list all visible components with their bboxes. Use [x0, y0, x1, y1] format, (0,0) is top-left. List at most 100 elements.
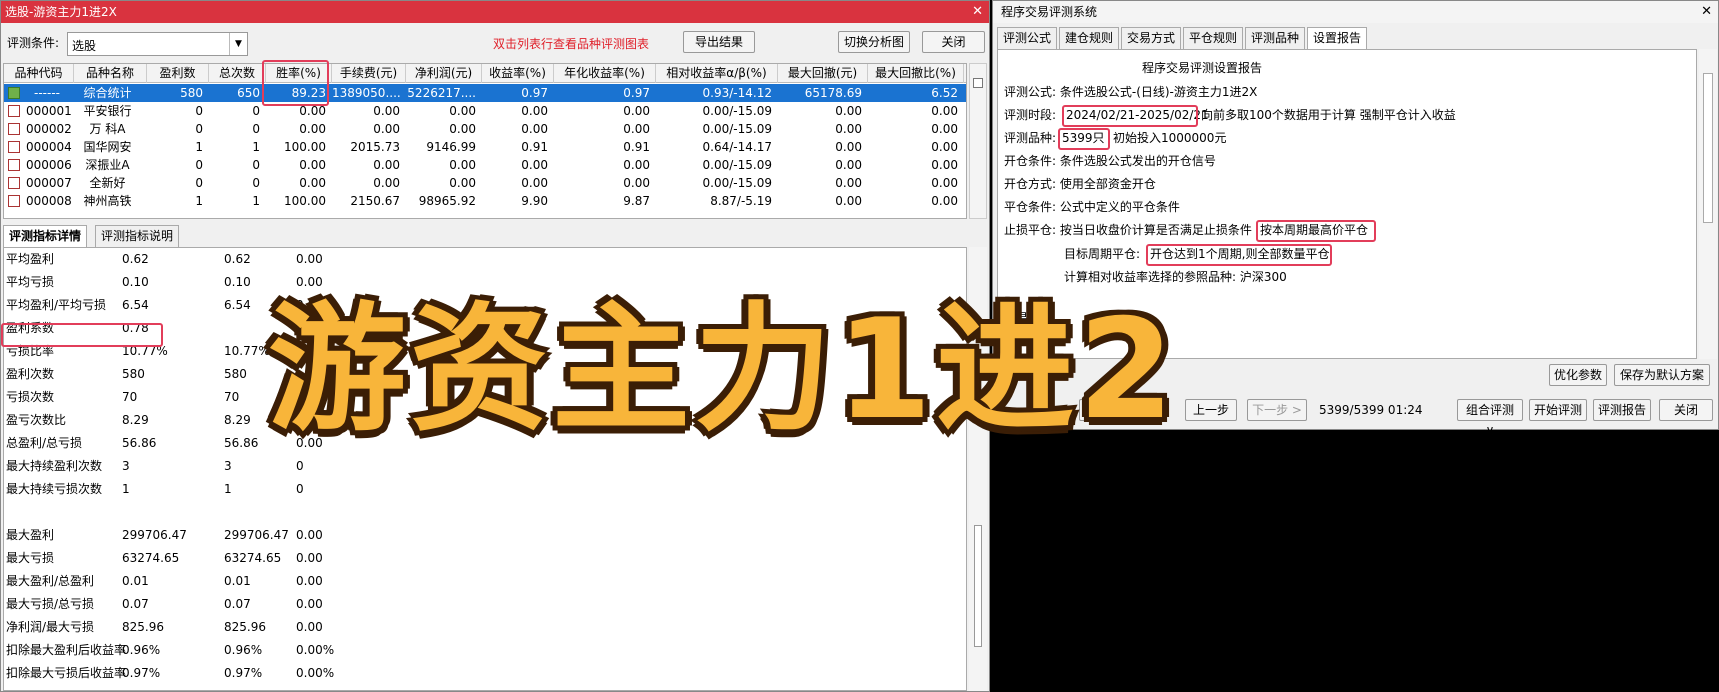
table-row[interactable]: 000008 神州高铁 1 1 100.00 2150.67 98965.92 9.90 9.8… — [4, 192, 966, 210]
stat-value: 70 — [122, 390, 138, 404]
table-row[interactable]: 000006 深振业A 0 0 0.00 0.00 0.00 0.00 0.00 0.00/-15… — [4, 156, 966, 174]
condition-select-value: 选股 — [72, 39, 97, 53]
column-header[interactable]: 总次数 — [209, 64, 266, 83]
stock-doc-icon — [8, 159, 20, 171]
table-cell: 0.00 — [373, 176, 400, 190]
table-row[interactable]: 000002 万 科A 0 0 0.00 0.00 0.00 0.00 0.00 0.00/-15… — [4, 120, 966, 138]
stat-value: 0.00 — [296, 528, 323, 542]
table-row[interactable]: ------ 综合统计 580 650 89.23 1389050.... 5226217.… — [4, 84, 966, 102]
column-header[interactable]: 收益率(%) — [482, 64, 554, 83]
stat-value: 3 — [224, 459, 232, 473]
tab-open-rules[interactable]: 建仓规则 — [1059, 27, 1120, 49]
start-test-button[interactable]: 开始评测 — [1529, 399, 1587, 421]
table-cell: 2015.73 — [350, 140, 400, 154]
table-row[interactable]: 000001 平安银行 0 0 0.00 0.00 0.00 0.00 0.00 0.00/-15… — [4, 102, 966, 120]
column-header[interactable]: 最大回撤比(%) — [868, 64, 964, 83]
tab-metric-explain[interactable]: 评测指标说明 — [95, 225, 180, 247]
table-cell: 0.00 — [623, 176, 650, 190]
table-cell: 0.00 — [835, 122, 862, 136]
stat-label: 最大亏损/总亏损 — [6, 597, 95, 611]
table-cell: 1 — [252, 194, 260, 208]
tab-close-rules[interactable]: 平仓规则 — [1183, 27, 1244, 49]
column-header[interactable]: 净利润(元) — [406, 64, 482, 83]
column-header[interactable]: 品种名称 — [74, 64, 147, 83]
combo-test-button[interactable]: 组合评测∨ — [1457, 399, 1523, 437]
report-scrollbar[interactable] — [1699, 49, 1717, 359]
stat-value: 10.77% — [224, 344, 270, 358]
tab-trade-mode[interactable]: 交易方式 — [1121, 27, 1182, 49]
tab-formula[interactable]: 评测公式 — [997, 27, 1058, 49]
close-button[interactable]: 关闭 — [922, 31, 985, 53]
stat-value: 0.96% — [122, 643, 161, 657]
checkbox-icon[interactable] — [973, 78, 983, 88]
table-cell: 0 — [252, 158, 260, 172]
column-header[interactable]: 盈利数 — [147, 64, 209, 83]
column-header[interactable]: 年化收益率(%) — [554, 64, 656, 83]
table-cell: 98965.92 — [418, 194, 476, 208]
stat-value: 8.29 — [122, 413, 149, 427]
stat-value: 0.01 — [122, 574, 149, 588]
stat-row: 净利润/最大亏损 825.96 825.96 0.00 — [4, 616, 966, 639]
report-formula: 评测公式: 条件选股公式-(日线)-游资主力1进2X — [1004, 85, 1258, 99]
chevron-down-icon[interactable]: ▼ — [229, 33, 247, 55]
stat-value: 0.10 — [122, 275, 149, 289]
scrollbar-thumb[interactable] — [1703, 73, 1713, 223]
close-icon[interactable]: ✕ — [972, 1, 983, 23]
table-cell: 0.00 — [299, 158, 326, 172]
column-header[interactable]: 最大回撤(元) — [778, 64, 868, 83]
table-row[interactable]: 000004 国华网安 1 1 100.00 2015.73 9146.99 0.91 0.91… — [4, 138, 966, 156]
stat-value: 1 — [224, 482, 232, 496]
stat-row: 最大持续盈利次数 3 3 0 — [4, 455, 966, 478]
save-default-button[interactable]: 保存为默认方案 — [1614, 364, 1710, 386]
scrollbar-thumb[interactable] — [974, 525, 982, 647]
hint-text: 双击列表行查看品种评测图表 — [493, 37, 650, 51]
stat-value: 299706.47 — [224, 528, 289, 542]
stat-value: 0 — [296, 459, 304, 473]
table-cell: 0.00 — [521, 176, 548, 190]
detail-tabs: 评测指标详情 评测指标说明 — [3, 225, 303, 247]
tab-settings-report[interactable]: 设置报告 — [1307, 27, 1368, 49]
optimize-button[interactable]: 优化参数 — [1549, 364, 1607, 386]
stat-label: 盈亏次数比 — [6, 413, 67, 427]
period-highlight — [1062, 105, 1198, 127]
result-table[interactable]: 品种代码 品种名称 盈利数 总次数 胜率(%) 手续费(元) 净利润(元) 收益率(%) 年化收… — [3, 63, 967, 219]
table-cell: 580 — [180, 86, 203, 100]
table-cell: 0.00 — [521, 122, 548, 136]
table-cell: 0.00 — [623, 158, 650, 172]
table-cell: 0.00/-15.09 — [702, 176, 772, 190]
test-report-button[interactable]: 评测报告 — [1593, 399, 1651, 421]
stat-value: 0.00 — [296, 551, 323, 565]
tab-metric-detail[interactable]: 评测指标详情 — [3, 225, 88, 247]
condition-select[interactable]: 选股 ▼ — [67, 32, 248, 56]
stop-highlight — [1256, 220, 1376, 242]
column-header[interactable]: 品种代码 — [4, 64, 74, 83]
table-cell: 国华网安 — [83, 140, 132, 154]
table-cell: 0.00 — [299, 176, 326, 190]
right-close-button[interactable]: 关闭 — [1659, 399, 1713, 421]
table-cell: 神州高铁 — [83, 194, 132, 208]
column-header[interactable]: 手续费(元) — [332, 64, 406, 83]
table-cell: 5226217.... — [407, 86, 476, 100]
table-row[interactable]: 000007 全新好 0 0 0.00 0.00 0.00 0.00 0.00 0.00/-15.… — [4, 174, 966, 192]
stat-value: 0 — [296, 482, 304, 496]
tab-variety[interactable]: 评测品种 — [1245, 27, 1306, 49]
stat-label: 最大亏损 — [6, 551, 55, 565]
stock-doc-icon — [8, 177, 20, 189]
table-cell: 0 — [252, 104, 260, 118]
table-cell: 0.00 — [931, 122, 958, 136]
export-button[interactable]: 导出结果 — [683, 31, 755, 53]
close-icon[interactable]: ✕ — [1701, 1, 1712, 23]
switch-chart-button[interactable]: 切换分析图 — [838, 31, 910, 53]
table-scrollbar[interactable] — [969, 63, 987, 219]
column-header[interactable]: 相对收益率α/β(%) — [656, 64, 778, 83]
cell-code: 000001 — [26, 104, 72, 118]
stat-row — [4, 501, 966, 524]
table-cell: 0 — [195, 176, 203, 190]
stat-value: 825.96 — [224, 620, 266, 634]
stat-value: 0.00 — [296, 574, 323, 588]
stat-value: 0.07 — [122, 597, 149, 611]
table-cell: 0.00 — [373, 158, 400, 172]
next-button[interactable]: 下一步 > — [1247, 399, 1307, 421]
cell-code: 000002 — [26, 122, 72, 136]
table-cell: 0.00 — [835, 158, 862, 172]
